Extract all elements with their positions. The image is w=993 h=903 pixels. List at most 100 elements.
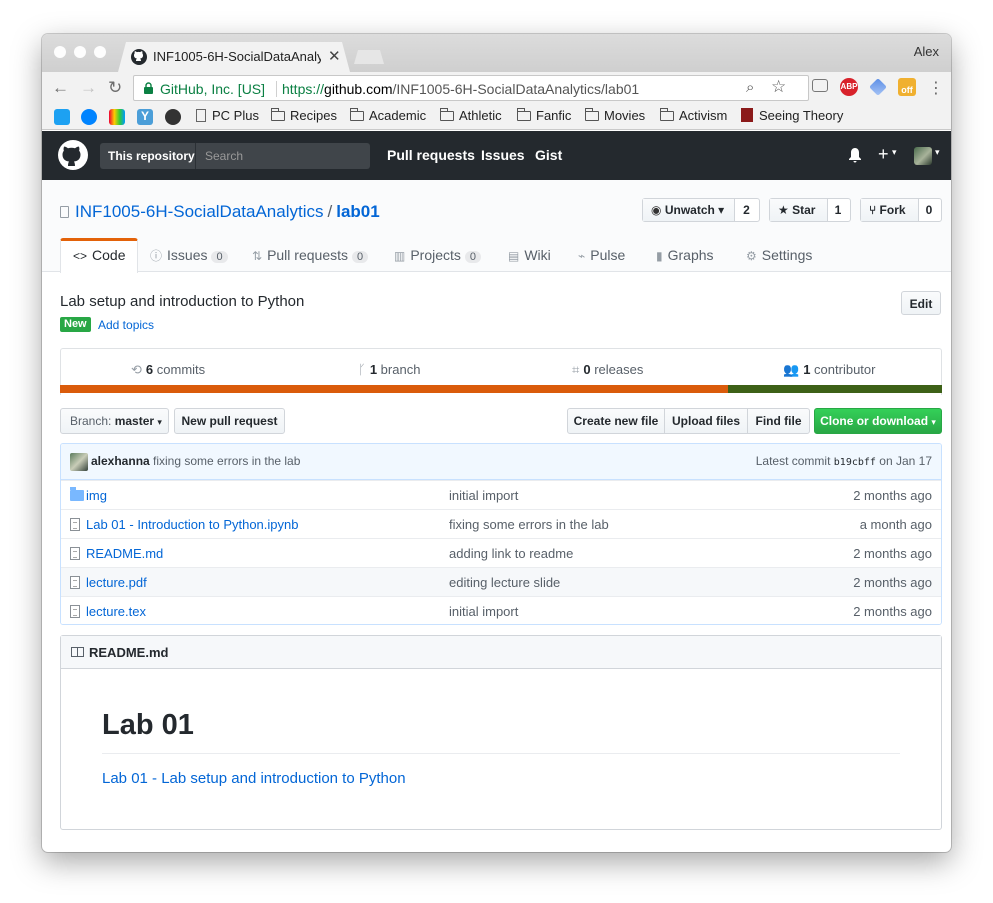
tab-graphs[interactable]: ▮ Graphs (656, 238, 714, 272)
tab-code[interactable]: <> Code (60, 238, 139, 273)
file-row[interactable]: img initial import 2 months ago (61, 480, 941, 509)
fork-count[interactable]: 0 (917, 203, 941, 217)
tab-settings[interactable]: ⚙ Settings (746, 238, 812, 272)
bookmark-seeing-theory[interactable]: Seeing Theory (741, 108, 843, 123)
file-row[interactable]: Lab 01 - Introduction to Python.ipynb fi… (61, 509, 941, 538)
repo-owner-link[interactable]: INF1005-6H-SocialDataAnalytics (75, 202, 324, 221)
browser-tab-active[interactable]: INF1005-6H-SocialDataAnalytics ✕ (118, 42, 350, 72)
forward-icon[interactable]: → (80, 78, 97, 98)
tab-pulse[interactable]: ⌁ Pulse (578, 238, 625, 272)
bookmark-activism[interactable]: Activism (660, 108, 727, 123)
star-button[interactable]: ★ Star 1 (769, 198, 851, 222)
file-row[interactable]: lecture.pdf editing lecture slide 2 mont… (61, 567, 941, 596)
colorful-bookmark-icon[interactable] (109, 109, 125, 125)
clock-bookmark-icon[interactable] (165, 109, 181, 125)
file-name-link[interactable]: Lab 01 - Introduction to Python.ipynb (86, 517, 298, 532)
file-name-link[interactable]: lecture.tex (86, 604, 146, 619)
graph-icon: ▮ (656, 249, 663, 263)
file-age: 2 months ago (853, 546, 932, 561)
file-name-link[interactable]: img (86, 488, 107, 503)
zoom-window-button[interactable] (94, 46, 106, 58)
file-name-link[interactable]: README.md (86, 546, 163, 561)
search-box[interactable]: This repository Search (100, 143, 370, 169)
bookmark-pc-plus[interactable]: PC Plus (196, 108, 259, 123)
user-avatar[interactable] (914, 147, 932, 165)
url-text[interactable]: https://github.com/INF1005-6H-SocialData… (282, 81, 639, 97)
back-icon[interactable]: ← (52, 78, 69, 98)
file-commit-message[interactable]: initial import (449, 488, 518, 503)
tab-wiki[interactable]: ▤ Wiki (508, 238, 551, 272)
secure-label: GitHub, Inc. [US] (160, 81, 266, 97)
upload-files-button[interactable]: Upload files (664, 408, 748, 434)
file-commit-message[interactable]: fixing some errors in the lab (449, 517, 609, 532)
edit-description-button[interactable]: Edit (901, 291, 941, 315)
menu-dots-icon[interactable]: ⋮ (928, 78, 944, 98)
commits-link[interactable]: ⟲ 6 commits (131, 362, 205, 378)
tab-projects[interactable]: ▥ Projects 0 (394, 238, 482, 272)
minimize-window-button[interactable] (74, 46, 86, 58)
github-logo-icon[interactable] (57, 139, 89, 171)
extension-off-icon[interactable]: off (898, 78, 916, 96)
readme-link[interactable]: Lab 01 - Lab setup and introduction to P… (102, 770, 406, 787)
messenger-bookmark-icon[interactable] (81, 109, 97, 125)
repo-name-link[interactable]: lab01 (336, 202, 379, 221)
contributors-link[interactable]: 👥 1 contributor (783, 362, 875, 378)
clone-download-button[interactable]: Clone or download ▾ (814, 408, 942, 434)
adblock-icon[interactable]: ABP (840, 78, 858, 96)
create-new-file-button[interactable]: Create new file (567, 408, 665, 434)
search-input[interactable]: Search (205, 149, 243, 163)
bookmark-movies[interactable]: Movies (585, 108, 645, 123)
star-label: ★ Star (770, 199, 828, 221)
file-name-link[interactable]: lecture.pdf (86, 575, 147, 590)
language-bar[interactable] (60, 385, 942, 393)
commit-author[interactable]: alexhanna (91, 454, 150, 468)
language-segment[interactable] (727, 385, 942, 393)
bookmark-athletic[interactable]: Athletic (440, 108, 502, 123)
latest-commit-bar: alexhanna fixing some errors in the lab … (61, 444, 941, 480)
bookmark-recipes[interactable]: Recipes (271, 108, 337, 123)
plus-menu-icon[interactable]: + (878, 144, 889, 165)
chevron-down-icon: ▾ (892, 147, 897, 157)
bookmark-fanfic[interactable]: Fanfic (517, 108, 571, 123)
fork-label: ⑂ Fork (861, 199, 919, 221)
file-commit-message[interactable]: adding link to readme (449, 546, 573, 561)
notifications-bell-icon[interactable] (848, 147, 862, 163)
fork-button[interactable]: ⑂ Fork 0 (860, 198, 942, 222)
new-tab-button[interactable] (354, 50, 384, 64)
file-commit-message[interactable]: editing lecture slide (449, 575, 560, 590)
watch-count[interactable]: 2 (734, 203, 759, 217)
header-nav-gist[interactable]: Gist (535, 147, 562, 163)
add-topics-link[interactable]: Add topics (98, 318, 154, 332)
bookmark-academic[interactable]: Academic (350, 108, 426, 123)
watch-button[interactable]: ◉ Unwatch ▾ 2 (642, 198, 760, 222)
tab-issues[interactable]: ⓘ Issues 0 (150, 238, 228, 272)
header-nav-issues[interactable]: Issues (481, 147, 525, 163)
new-pull-request-button[interactable]: New pull request (174, 408, 285, 434)
url-scheme: https:// (282, 81, 325, 97)
twitter-bookmark-icon[interactable] (54, 109, 70, 125)
find-file-button[interactable]: Find file (747, 408, 810, 434)
reload-icon[interactable]: ↻ (108, 78, 122, 98)
browser-window: INF1005-6H-SocialDataAnalytics ✕ Alex ← … (42, 34, 951, 852)
branch-select-button[interactable]: Branch: master ▾ (60, 408, 169, 434)
bookmark-star-icon[interactable]: ☆ (771, 77, 786, 97)
commit-message[interactable]: fixing some errors in the lab (153, 454, 300, 468)
commit-sha[interactable]: b19cbff (834, 457, 876, 468)
file-row[interactable]: lecture.tex initial import 2 months ago (61, 596, 941, 624)
star-count[interactable]: 1 (826, 203, 850, 217)
language-segment[interactable] (60, 385, 728, 393)
file-commit-message[interactable]: initial import (449, 604, 518, 619)
y-bookmark-icon[interactable]: Y (137, 109, 153, 125)
header-nav-pull-requests[interactable]: Pull requests (387, 147, 475, 163)
profile-name[interactable]: Alex (914, 44, 939, 59)
tab-close-icon[interactable]: ✕ (328, 47, 341, 65)
cast-icon[interactable] (812, 79, 828, 92)
tab-pull-requests[interactable]: ⇅ Pull requests 0 (252, 238, 369, 272)
branches-link[interactable]: ᚴ1 branch (358, 362, 420, 377)
file-row[interactable]: README.md adding link to readme 2 months… (61, 538, 941, 567)
commit-author-avatar[interactable] (70, 453, 88, 471)
close-window-button[interactable] (54, 46, 66, 58)
zoom-icon[interactable]: ⌕ (746, 79, 754, 96)
address-bar[interactable]: GitHub, Inc. [US] https://github.com/INF… (133, 75, 809, 101)
releases-link[interactable]: ⌗ 0 releases (572, 362, 643, 378)
